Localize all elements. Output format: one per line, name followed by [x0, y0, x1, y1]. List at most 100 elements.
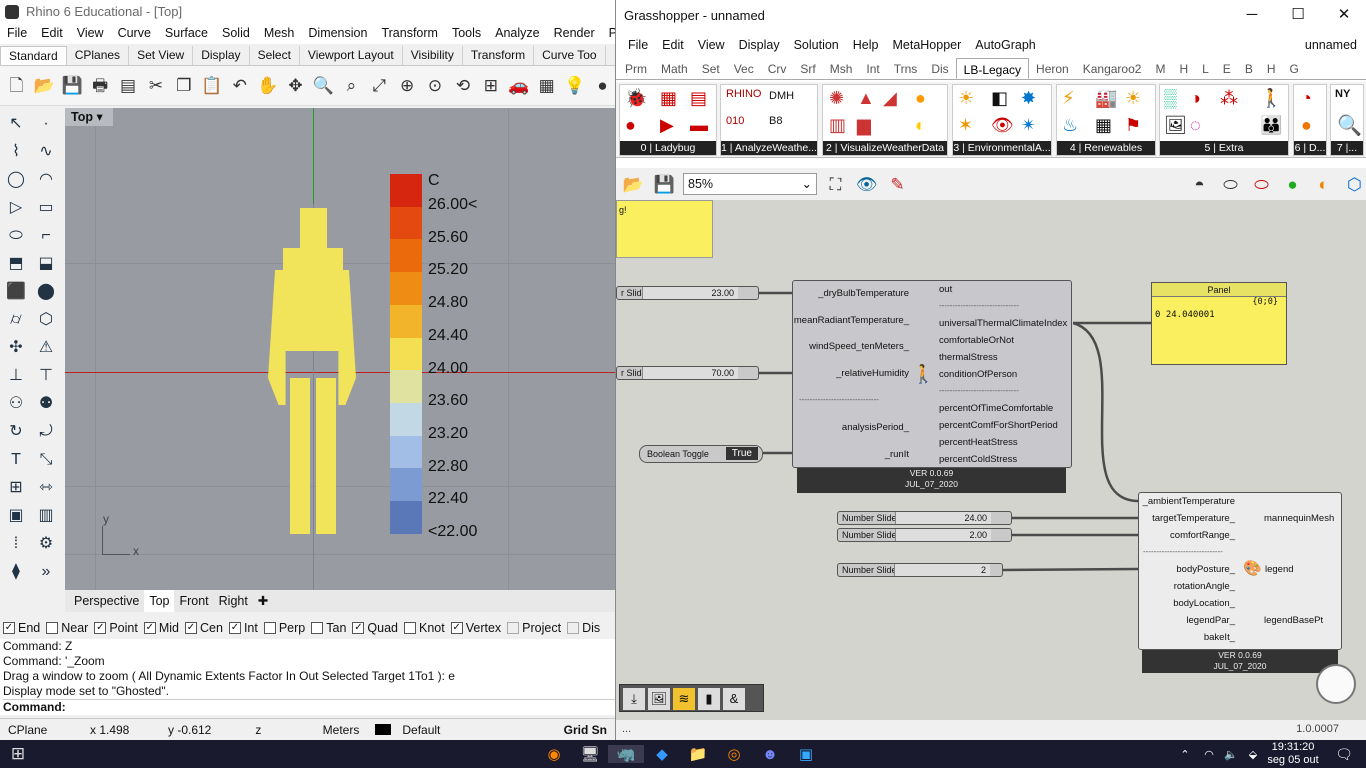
gh-menu-display[interactable]: Display — [732, 34, 787, 56]
wind-rose-icon[interactable]: ✺ — [829, 88, 844, 109]
add-viewport-icon[interactable]: ✚ — [253, 590, 273, 612]
rhino-tab-standard[interactable]: Standard — [0, 46, 67, 65]
checkbox[interactable]: ✓ — [228, 622, 241, 634]
new-file-icon[interactable]: 🗋 — [4, 73, 29, 98]
zoom-window-icon[interactable]: ⌕ — [339, 73, 364, 98]
param-out[interactable]: percentColdStress — [939, 454, 1017, 465]
water-icon[interactable]: ♨ — [1062, 115, 1078, 136]
walking-person-icon[interactable]: 🚶 — [1260, 88, 1282, 109]
output-panel[interactable]: Panel {0;0} 0 24.040001 — [1151, 282, 1287, 365]
panel-icon[interactable]: ▦ — [1095, 115, 1112, 136]
checkbox[interactable]: ✓ — [352, 622, 365, 634]
rotate-3d-icon[interactable]: ⤾ — [32, 418, 60, 446]
rhino-menu-edit[interactable]: Edit — [34, 24, 70, 44]
mesh-icon[interactable]: ⬡ — [32, 306, 60, 334]
sunlight-hours-icon[interactable]: ✶ — [958, 115, 973, 136]
gh-menu-autograph[interactable]: AutoGraph — [968, 34, 1042, 56]
rhino-tab-transform[interactable]: Transform — [463, 46, 535, 65]
gh-tab-lb-legacy[interactable]: LB-Legacy — [955, 58, 1030, 79]
moon-icon[interactable]: ◐ — [915, 115, 926, 136]
slider-value[interactable]: 23.00 — [642, 287, 738, 299]
osnap-cen[interactable]: ✓ Cen — [185, 621, 223, 635]
rhino-menu-analyze[interactable]: Analyze — [488, 24, 546, 44]
boolean-toggle[interactable]: Boolean Toggle True — [639, 445, 763, 463]
sketch-pen-icon[interactable]: ✎ — [885, 172, 910, 197]
dmh-icon[interactable]: DMH — [769, 90, 794, 102]
checkbox[interactable]: ✓ — [143, 622, 156, 634]
zoom-extents-icon[interactable]: ⤢ — [367, 73, 392, 98]
people-icon[interactable]: 👪 — [1260, 115, 1282, 136]
histogram-icon[interactable]: ▥ — [829, 115, 846, 136]
rhino-menu-solid[interactable]: Solid — [215, 24, 257, 44]
gh-tab-g[interactable]: G — [1283, 58, 1306, 79]
stat-icon[interactable]: ▶ — [660, 115, 674, 136]
command-prompt[interactable]: Command: — [3, 699, 615, 715]
viewport-tab-perspective[interactable]: Perspective — [69, 590, 144, 612]
ellipse-icon[interactable]: ⬭ — [2, 222, 30, 250]
rhino-icon[interactable]: RHINO — [726, 88, 761, 100]
checkbox[interactable] — [311, 622, 324, 634]
close-icon[interactable]: ✕ — [1321, 0, 1366, 30]
rhino-tab-display[interactable]: Display — [193, 46, 250, 65]
checkbox[interactable]: ✓ — [450, 622, 463, 634]
ribbon-group-ladybug[interactable]: 🐞 ▦ ▤ ● ▶ ▬ 0 | Ladybug — [619, 84, 717, 156]
ribbon-group-visualize-weather[interactable]: ✺ ▲ ◢ ● ▥ ▆ ◐ 2 | VisualizeWeatherData — [822, 84, 948, 156]
viewport-tab-top[interactable]: Top — [144, 590, 175, 612]
remote-icon[interactable]: ▮ — [698, 688, 720, 710]
circle-icon[interactable]: ◯ — [2, 166, 30, 194]
open-icon[interactable]: 📂 — [32, 73, 57, 98]
explode-icon[interactable]: ⊤ — [32, 362, 60, 390]
windows-start-icon[interactable]: ⊞ — [0, 744, 36, 764]
ladybug-icon[interactable]: 🐞 — [625, 88, 647, 109]
collector-icon[interactable]: ⚑ — [1125, 115, 1141, 136]
rhino-tab-cplanes[interactable]: CPlanes — [67, 46, 130, 65]
sun-icon[interactable]: ● — [915, 88, 926, 109]
fillet-icon[interactable]: ⌐ — [32, 222, 60, 250]
rectangle-icon[interactable]: ▭ — [32, 194, 60, 222]
polygon-icon[interactable]: ▷ — [2, 194, 30, 222]
osnap-knot[interactable]: Knot — [404, 621, 445, 635]
osnap-quad[interactable]: ✓ Quad — [352, 621, 398, 635]
slider-comfort-range[interactable]: Number Slider 2.00 — [837, 528, 1012, 542]
osnap-perp[interactable]: Perp — [263, 621, 305, 635]
group-icon[interactable]: ⚇ — [2, 390, 30, 418]
binary-icon[interactable]: 010 — [726, 115, 744, 127]
param-in[interactable]: meanRadiantTemperature_ — [794, 315, 909, 326]
maximize-icon[interactable]: ☐ — [1275, 0, 1321, 30]
param-in[interactable]: bakeIt_ — [1204, 632, 1235, 643]
analyze-icon[interactable]: ⚠ — [32, 334, 60, 362]
gh-canvas[interactable]: g! r Slider 23.00 r Slider 70.00 Boolean… — [616, 200, 1366, 720]
transform-icon[interactable]: ✣ — [2, 334, 30, 362]
osnap-point[interactable]: ✓ Point — [94, 621, 138, 635]
param-in[interactable]: bodyLocation_ — [1173, 598, 1235, 609]
param-out[interactable]: out — [939, 284, 952, 295]
gh-tab-set[interactable]: Set — [695, 58, 727, 79]
ribbon-group-environmental[interactable]: ☀ ◧ ✸ ✶ 👁 ✴ 3 | EnvironmentalA... — [952, 84, 1052, 156]
rainbow-icon[interactable]: ◌ — [1190, 115, 1201, 136]
checkbox[interactable]: ✓ — [185, 622, 197, 634]
magnifier-icon[interactable]: 🔍 — [1337, 113, 1362, 138]
view-analysis-icon[interactable]: 👁 — [991, 115, 1014, 136]
top-viewport[interactable]: Top ▾ C y x 26.00< 25.60 25.20 24.80 24.40 24… — [65, 108, 615, 590]
ribbon-group-d[interactable]: ◔ ● 6 | D... — [1293, 84, 1327, 156]
display-settings-icon[interactable]: ⬡ — [1342, 172, 1366, 197]
param-in[interactable]: windSpeed_tenMeters_ — [809, 341, 909, 352]
yellow-panel-note[interactable]: g! — [616, 200, 713, 258]
gh-tab-e[interactable]: E — [1216, 58, 1238, 79]
polyline-icon[interactable]: ⌇ — [2, 138, 30, 166]
checkbox[interactable] — [567, 622, 580, 634]
ribbon-group-seven[interactable]: NY 🔍 7 |... — [1330, 84, 1364, 156]
gh-tab-dis[interactable]: Dis — [924, 58, 955, 79]
param-out[interactable]: comfortableOrNot — [939, 335, 1014, 346]
param-out[interactable]: mannequinMesh — [1264, 513, 1334, 524]
gh-tab-trns[interactable]: Trns — [887, 58, 925, 79]
array-icon[interactable]: ⊞ — [2, 474, 30, 502]
rotate-view-icon[interactable]: ✥ — [283, 73, 308, 98]
rhino-menu-surface[interactable]: Surface — [158, 24, 215, 44]
rhino-tab-curve-tools[interactable]: Curve Too — [534, 46, 606, 65]
grid-array-icon[interactable]: ⁞ — [2, 530, 30, 558]
status-layer[interactable]: Default — [367, 723, 456, 737]
hatch-icon[interactable]: ▥ — [32, 502, 60, 530]
point-icon[interactable]: · — [32, 110, 60, 138]
ladybug-red-icon[interactable]: ● — [625, 115, 636, 136]
